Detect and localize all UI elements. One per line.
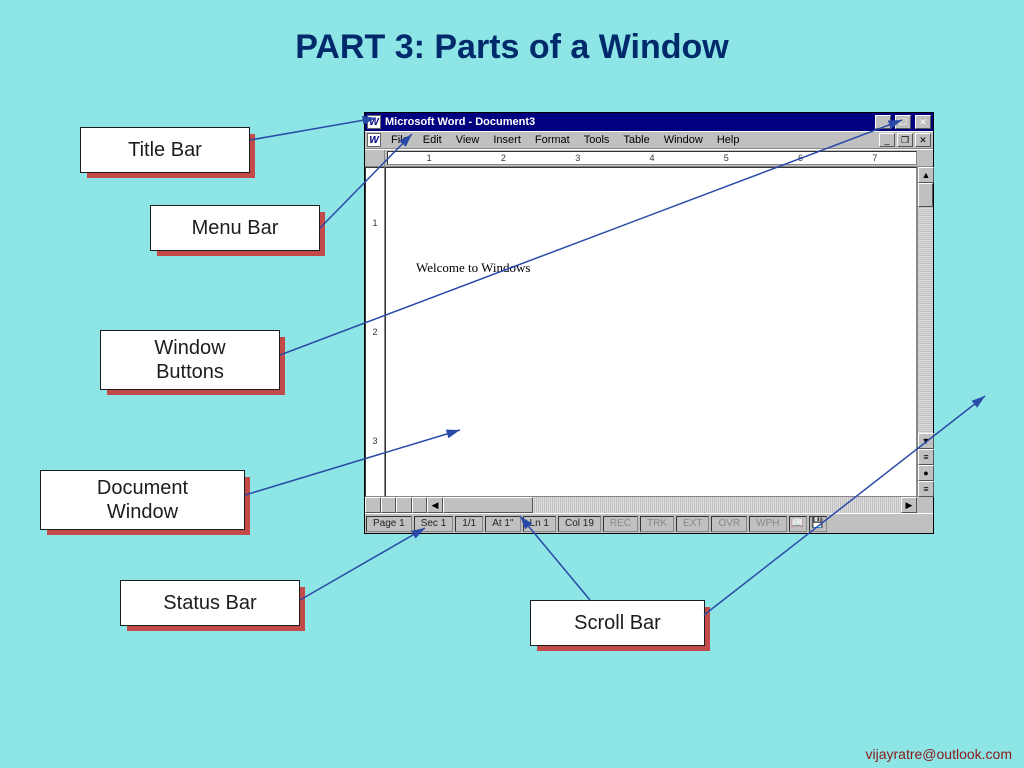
status-save-icon: 💾 [809, 516, 827, 532]
status-rec: REC [603, 516, 638, 532]
menu-window[interactable]: Window [658, 134, 709, 146]
slide-title: PART 3: Parts of a Window [0, 28, 1024, 67]
normal-view-button[interactable] [365, 497, 381, 513]
vertical-ruler[interactable]: 1 2 3 [365, 167, 385, 497]
menu-file[interactable]: File [385, 134, 415, 146]
doc-minimize-button[interactable]: _ [879, 133, 895, 147]
status-at: At 1" [485, 516, 520, 532]
scroll-down-button[interactable]: ▼ [918, 433, 934, 449]
document-area[interactable]: Welcome to Windows [385, 167, 917, 497]
prev-page-button[interactable]: ≡ [918, 449, 934, 465]
outline-view-button[interactable] [396, 497, 412, 513]
vertical-scroll-thumb[interactable] [918, 183, 933, 207]
doc-close-button[interactable]: ✕ [915, 133, 931, 147]
next-page-button[interactable]: ≡ [918, 481, 934, 497]
callout-window-buttons: Window Buttons [100, 330, 280, 390]
master-view-button[interactable] [412, 497, 428, 513]
word-window: W Microsoft Word - Document3 _ ☐ ✕ W Fil… [364, 112, 934, 534]
layout-view-button[interactable] [381, 497, 397, 513]
callout-scroll-bar: Scroll Bar [530, 600, 705, 646]
title-bar-text: Microsoft Word - Document3 [385, 116, 871, 128]
scroll-right-button[interactable]: ▶ [901, 497, 917, 513]
vertical-scroll-track[interactable] [918, 183, 933, 433]
minimize-button[interactable]: _ [875, 115, 891, 129]
scroll-left-button[interactable]: ◀ [427, 497, 443, 513]
status-wph: WPH [749, 516, 786, 532]
browse-object-button[interactable]: ● [918, 465, 934, 481]
app-icon: W [367, 115, 381, 129]
callout-status-bar: Status Bar [120, 580, 300, 626]
horizontal-scrollbar[interactable]: ◀ ▶ [427, 497, 917, 513]
scroll-corner [917, 497, 933, 513]
footer-email: vijayratre@outlook.com [866, 746, 1013, 762]
title-bar[interactable]: W Microsoft Word - Document3 _ ☐ ✕ [365, 113, 933, 131]
menu-format[interactable]: Format [529, 134, 576, 146]
close-button[interactable]: ✕ [915, 115, 931, 129]
menu-view[interactable]: View [450, 134, 486, 146]
maximize-button[interactable]: ☐ [895, 115, 911, 129]
horizontal-ruler[interactable]: 1 2 3 4 5 6 7 [387, 151, 917, 165]
status-pages: 1/1 [455, 516, 483, 532]
doc-restore-button[interactable]: ❐ [897, 133, 913, 147]
horizontal-scroll-track[interactable] [443, 497, 901, 513]
view-buttons [365, 497, 427, 513]
menu-table[interactable]: Table [617, 134, 655, 146]
document-system-icon[interactable]: W [367, 133, 381, 147]
status-page: Page 1 [366, 516, 412, 532]
menu-tools[interactable]: Tools [578, 134, 616, 146]
status-book-icon: 📖 [789, 516, 807, 532]
document-text: Welcome to Windows [416, 260, 530, 276]
status-ln: Ln 1 [523, 516, 556, 532]
horizontal-scroll-thumb[interactable] [443, 497, 533, 513]
status-trk: TRK [640, 516, 674, 532]
status-ovr: OVR [711, 516, 747, 532]
scroll-up-button[interactable]: ▲ [918, 167, 934, 183]
callout-menu-bar: Menu Bar [150, 205, 320, 251]
status-col: Col 19 [558, 516, 601, 532]
vertical-scrollbar[interactable]: ▲ ▼ ≡ ● ≡ [917, 167, 933, 497]
menu-insert[interactable]: Insert [487, 134, 527, 146]
menu-help[interactable]: Help [711, 134, 746, 146]
status-sec: Sec 1 [414, 516, 454, 532]
status-ext: EXT [676, 516, 709, 532]
status-bar: Page 1 Sec 1 1/1 At 1" Ln 1 Col 19 REC T… [365, 513, 933, 533]
callout-document-window: Document Window [40, 470, 245, 530]
menu-bar: W File Edit View Insert Format Tools Tab… [365, 131, 933, 149]
callout-title-bar: Title Bar [80, 127, 250, 173]
ruler-row: 1 2 3 4 5 6 7 [365, 149, 933, 167]
menu-edit[interactable]: Edit [417, 134, 448, 146]
